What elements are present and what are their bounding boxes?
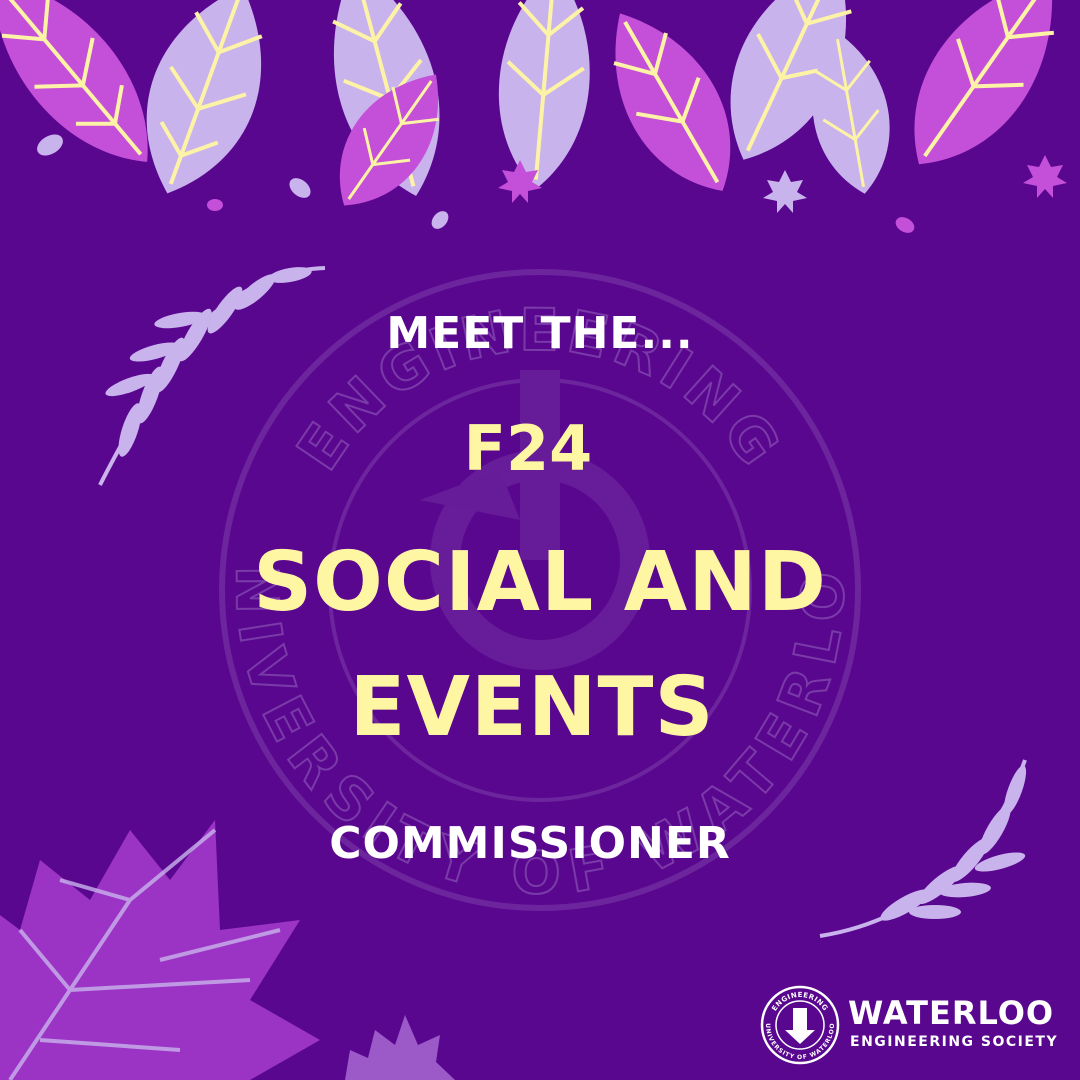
headline-term: F24 (463, 412, 593, 485)
brand-subtitle: ENGINEERING SOCIETY (850, 1034, 1059, 1050)
poster: ENGINEERING UNIVERSITY OF WATERLOO (0, 0, 1080, 1080)
headline-role-line-3: COMMISSIONER (329, 818, 731, 869)
headline-meet: MEET THE... (386, 308, 694, 359)
brand-block: WATERLOO ENGINEERING SOCIETY (762, 988, 1062, 1060)
headline-role-line-2: EVENTS (349, 660, 715, 755)
brand-name: WATERLOO (848, 994, 1055, 1032)
headline-role-line-1: SOCIAL AND (253, 535, 827, 630)
